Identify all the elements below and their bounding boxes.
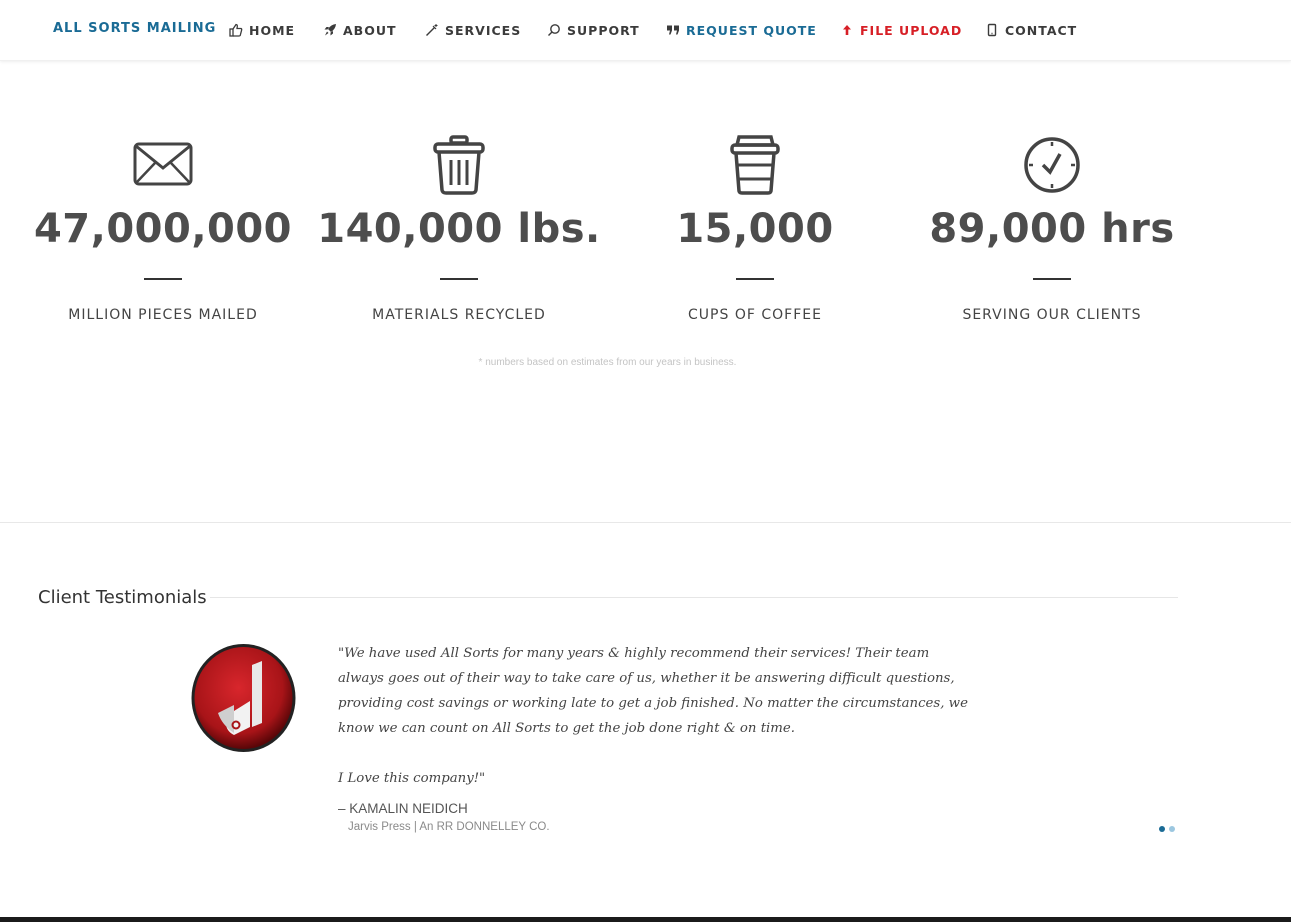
stat-label: CUPS OF COFFEE: [688, 307, 822, 323]
upload-arrow-icon: [840, 23, 854, 37]
nav-item-file-upload[interactable]: FILE UPLOAD: [840, 21, 962, 39]
quote-paragraph: I Love this company!": [338, 771, 486, 786]
stat-label: SERVING OUR CLIENTS: [962, 307, 1142, 323]
nav-label-support: SUPPORT: [567, 22, 640, 38]
nav-label-file-upload: FILE UPLOAD: [860, 22, 963, 38]
stat-materials-recycled: 140,000 lbs. MATERIALS RECYCLED: [311, 130, 607, 323]
nav-label-about: ABOUT: [343, 22, 397, 38]
nav-item-home[interactable]: HOME: [229, 21, 295, 39]
testimonials-heading: Client Testimonials: [38, 587, 207, 608]
magic-wand-icon: [425, 23, 439, 37]
nav-label-request-quote: REQUEST QUOTE: [686, 22, 817, 38]
quote-icon: [666, 23, 680, 37]
carousel-dot-2[interactable]: [1169, 826, 1175, 832]
stat-label: MATERIALS RECYCLED: [372, 307, 546, 323]
stat-number: 140,000 lbs.: [317, 206, 601, 252]
client-logo: [190, 643, 297, 753]
footer-edge: [0, 917, 1291, 922]
quote-paragraph: "We have used All Sorts for many years &…: [338, 646, 968, 736]
nav-item-request-quote[interactable]: REQUEST QUOTE: [666, 21, 817, 39]
stat-pieces-mailed: 47,000,000 MILLION PIECES MAILED: [15, 130, 311, 323]
nav-label-home: HOME: [249, 22, 296, 38]
brand-link[interactable]: ALL SORTS MAILING: [53, 21, 216, 36]
stat-label: MILLION PIECES MAILED: [68, 307, 258, 323]
testimonial-company: Jarvis Press | An RR DONNELLEY CO.: [348, 821, 550, 833]
stat-divider: [736, 278, 774, 280]
stat-cups-of-coffee: 15,000 CUPS OF COFFEE: [607, 130, 903, 323]
rocket-icon: [323, 23, 337, 37]
carousel-dot-1[interactable]: [1159, 826, 1165, 832]
top-navigation: ALL SORTS MAILING HOME ABOUT SERVICES SU…: [0, 0, 1291, 61]
nav-item-support[interactable]: SUPPORT: [547, 21, 640, 39]
nav-item-services[interactable]: SERVICES: [425, 21, 521, 39]
nav-label-services: SERVICES: [445, 22, 522, 38]
stat-number: 15,000: [676, 206, 834, 252]
stat-divider: [1033, 278, 1071, 280]
stat-divider: [144, 278, 182, 280]
section-divider: [0, 522, 1291, 523]
stat-number: 47,000,000: [33, 206, 293, 252]
testimonial-quote: "We have used All Sorts for many years &…: [338, 641, 978, 791]
stat-divider: [440, 278, 478, 280]
nav-item-contact[interactable]: CONTACT: [985, 21, 1077, 39]
stats-footnote: * numbers based on estimates from our ye…: [478, 357, 737, 368]
thumbs-up-icon: [229, 23, 243, 37]
carousel-pagination: [1159, 826, 1175, 832]
search-icon: [547, 23, 561, 37]
stat-serving-clients: 89,000 hrs SERVING OUR CLIENTS: [904, 130, 1200, 323]
mobile-phone-icon: [985, 23, 999, 37]
envelope-icon: [15, 130, 311, 196]
heading-rule: [210, 597, 1178, 598]
stat-number: 89,000 hrs: [929, 206, 1175, 252]
nav-item-about[interactable]: ABOUT: [323, 21, 397, 39]
clock-icon: [904, 130, 1200, 196]
testimonial-author: – KAMALIN NEIDICH: [338, 801, 468, 816]
trash-can-icon: [311, 130, 607, 196]
coffee-cup-icon: [607, 130, 903, 196]
nav-label-contact: CONTACT: [1005, 22, 1078, 38]
